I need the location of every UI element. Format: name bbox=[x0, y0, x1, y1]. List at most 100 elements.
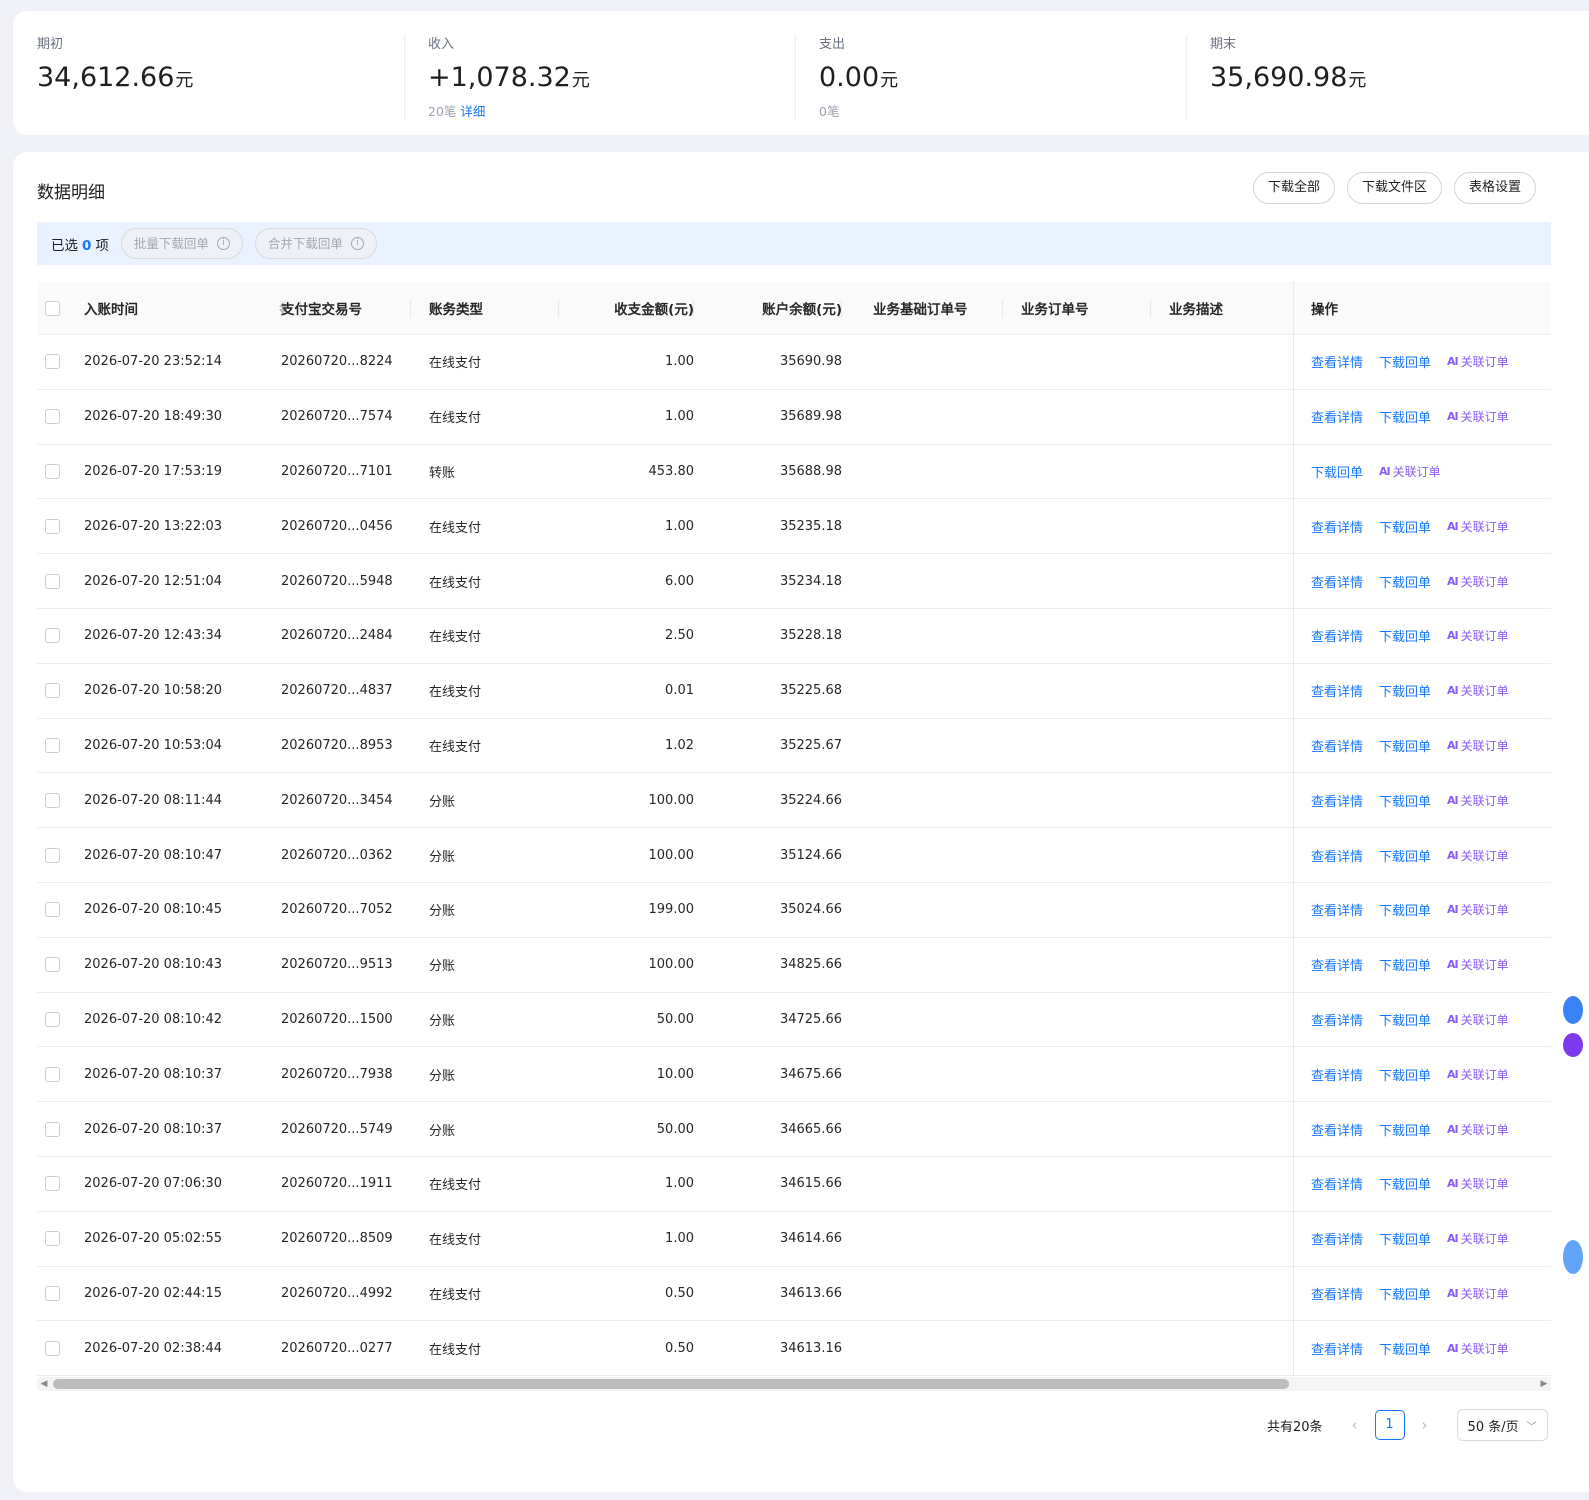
view-detail-link[interactable]: 查看详情 bbox=[1311, 1120, 1363, 1139]
view-detail-link[interactable]: 查看详情 bbox=[1311, 1284, 1363, 1303]
row-checkbox[interactable] bbox=[44, 1176, 60, 1192]
cell-trade-no: 20260720...2484 bbox=[281, 628, 393, 644]
row-checkbox[interactable] bbox=[44, 957, 60, 973]
view-detail-link[interactable]: 查看详情 bbox=[1311, 1174, 1363, 1193]
view-detail-link[interactable]: 查看详情 bbox=[1311, 900, 1363, 919]
page-1-button[interactable]: 1 bbox=[1374, 1410, 1405, 1440]
link-order-link[interactable]: AI 关联订单 bbox=[1447, 1121, 1509, 1138]
row-checkbox[interactable] bbox=[44, 518, 60, 534]
view-detail-link[interactable]: 查看详情 bbox=[1311, 572, 1363, 591]
cell-ops: 查看详情 下载回单 AI 关联订单 bbox=[1293, 1321, 1551, 1376]
download-receipt-link[interactable]: 下载回单 bbox=[1379, 1065, 1431, 1084]
download-receipt-link[interactable]: 下载回单 bbox=[1379, 955, 1431, 974]
link-order-link[interactable]: AI 关联订单 bbox=[1447, 573, 1509, 590]
row-checkbox[interactable] bbox=[44, 1011, 60, 1027]
link-order-link[interactable]: AI 关联订单 bbox=[1379, 463, 1441, 480]
floating-ai-icon[interactable] bbox=[1563, 1033, 1583, 1057]
link-order-link[interactable]: AI 关联订单 bbox=[1447, 901, 1509, 918]
horizontal-scrollbar[interactable]: ◀ ▶ bbox=[37, 1377, 1551, 1391]
download-receipt-link[interactable]: 下载回单 bbox=[1379, 1174, 1431, 1193]
floating-helper-icon[interactable] bbox=[1563, 996, 1583, 1024]
table-row: 2026-07-20 12:51:04 20260720...5948 在线支付 6.… bbox=[37, 554, 1551, 609]
link-order-link[interactable]: AI 关联订单 bbox=[1447, 1066, 1509, 1083]
scroll-right-icon[interactable]: ▶ bbox=[1537, 1377, 1551, 1391]
view-detail-link[interactable]: 查看详情 bbox=[1311, 352, 1363, 371]
row-checkbox[interactable] bbox=[44, 1285, 60, 1301]
prev-page-icon[interactable]: ‹ bbox=[1335, 1416, 1375, 1434]
row-checkbox[interactable] bbox=[44, 463, 60, 479]
download-receipt-link[interactable]: 下载回单 bbox=[1311, 462, 1363, 481]
row-checkbox[interactable] bbox=[44, 1121, 60, 1137]
link-order-link[interactable]: AI 关联订单 bbox=[1447, 1011, 1509, 1028]
row-checkbox[interactable] bbox=[44, 792, 60, 808]
download-receipt-link[interactable]: 下载回单 bbox=[1379, 1229, 1431, 1248]
view-detail-link[interactable]: 查看详情 bbox=[1311, 1065, 1363, 1084]
cell-order bbox=[1021, 1321, 1151, 1375]
row-checkbox[interactable] bbox=[44, 1231, 60, 1247]
download-all-button[interactable]: 下载全部 bbox=[1253, 172, 1336, 204]
link-order-link[interactable]: AI 关联订单 bbox=[1447, 1340, 1509, 1357]
download-receipt-link[interactable]: 下载回单 bbox=[1379, 517, 1431, 536]
row-checkbox[interactable] bbox=[44, 354, 60, 370]
download-receipt-link[interactable]: 下载回单 bbox=[1379, 791, 1431, 810]
link-order-link[interactable]: AI 关联订单 bbox=[1447, 1230, 1509, 1247]
link-order-link[interactable]: AI 关联订单 bbox=[1447, 682, 1509, 699]
link-order-link[interactable]: AI 关联订单 bbox=[1447, 1175, 1509, 1192]
link-order-link[interactable]: AI 关联订单 bbox=[1447, 518, 1509, 535]
download-receipt-link[interactable]: 下载回单 bbox=[1379, 352, 1431, 371]
link-order-link[interactable]: AI 关联订单 bbox=[1447, 627, 1509, 644]
floating-assistant-icon[interactable] bbox=[1563, 1240, 1583, 1274]
row-checkbox[interactable] bbox=[44, 1066, 60, 1082]
download-receipt-link[interactable]: 下载回单 bbox=[1379, 900, 1431, 919]
next-page-icon[interactable]: › bbox=[1405, 1416, 1445, 1434]
link-order-link[interactable]: AI 关联订单 bbox=[1447, 737, 1509, 754]
download-receipt-link[interactable]: 下载回单 bbox=[1379, 681, 1431, 700]
select-all-checkbox[interactable] bbox=[44, 300, 60, 316]
download-area-button[interactable]: 下载文件区 bbox=[1347, 172, 1443, 204]
row-checkbox[interactable] bbox=[44, 737, 60, 753]
row-checkbox[interactable] bbox=[44, 573, 60, 589]
link-order-link[interactable]: AI 关联订单 bbox=[1447, 847, 1509, 864]
view-detail-link[interactable]: 查看详情 bbox=[1311, 517, 1363, 536]
download-receipt-link[interactable]: 下载回单 bbox=[1379, 1339, 1431, 1358]
page-size-select[interactable]: 50 条/页 ﹀ bbox=[1456, 1409, 1548, 1441]
col-time[interactable]: 入账时间 bbox=[84, 282, 301, 334]
view-detail-link[interactable]: 查看详情 bbox=[1311, 846, 1363, 865]
merge-download-button[interactable]: 合并下载回单 i bbox=[254, 228, 377, 259]
view-detail-link[interactable]: 查看详情 bbox=[1311, 681, 1363, 700]
row-checkbox[interactable] bbox=[44, 409, 60, 425]
view-detail-link[interactable]: 查看详情 bbox=[1311, 955, 1363, 974]
download-receipt-link[interactable]: 下载回单 bbox=[1379, 1010, 1431, 1029]
table-settings-button[interactable]: 表格设置 bbox=[1454, 172, 1537, 204]
view-detail-link[interactable]: 查看详情 bbox=[1311, 1010, 1363, 1029]
scrollbar-thumb[interactable] bbox=[53, 1379, 1289, 1389]
income-detail-link[interactable]: 详细 bbox=[460, 104, 485, 119]
row-checkbox[interactable] bbox=[44, 683, 60, 699]
row-checkbox[interactable] bbox=[44, 1340, 60, 1356]
download-receipt-link[interactable]: 下载回单 bbox=[1379, 1284, 1431, 1303]
scroll-left-icon[interactable]: ◀ bbox=[37, 1377, 51, 1391]
download-receipt-link[interactable]: 下载回单 bbox=[1379, 736, 1431, 755]
cell-time: 2026-07-20 08:11:44 bbox=[84, 792, 223, 808]
link-order-link[interactable]: AI 关联订单 bbox=[1447, 792, 1509, 809]
download-receipt-link[interactable]: 下载回单 bbox=[1379, 846, 1431, 865]
view-detail-link[interactable]: 查看详情 bbox=[1311, 736, 1363, 755]
cell-desc bbox=[1169, 390, 1289, 444]
link-order-link[interactable]: AI 关联订单 bbox=[1447, 408, 1509, 425]
view-detail-link[interactable]: 查看详情 bbox=[1311, 1229, 1363, 1248]
view-detail-link[interactable]: 查看详情 bbox=[1311, 791, 1363, 810]
download-receipt-link[interactable]: 下载回单 bbox=[1379, 626, 1431, 645]
view-detail-link[interactable]: 查看详情 bbox=[1311, 407, 1363, 426]
batch-download-button[interactable]: 批量下载回单 i bbox=[120, 228, 243, 259]
link-order-link[interactable]: AI 关联订单 bbox=[1447, 956, 1509, 973]
view-detail-link[interactable]: 查看详情 bbox=[1311, 1339, 1363, 1358]
row-checkbox[interactable] bbox=[44, 847, 60, 863]
link-order-link[interactable]: AI 关联订单 bbox=[1447, 353, 1509, 370]
download-receipt-link[interactable]: 下载回单 bbox=[1379, 572, 1431, 591]
row-checkbox[interactable] bbox=[44, 628, 60, 644]
view-detail-link[interactable]: 查看详情 bbox=[1311, 626, 1363, 645]
row-checkbox[interactable] bbox=[44, 902, 60, 918]
download-receipt-link[interactable]: 下载回单 bbox=[1379, 1120, 1431, 1139]
link-order-link[interactable]: AI 关联订单 bbox=[1447, 1285, 1509, 1302]
download-receipt-link[interactable]: 下载回单 bbox=[1379, 407, 1431, 426]
